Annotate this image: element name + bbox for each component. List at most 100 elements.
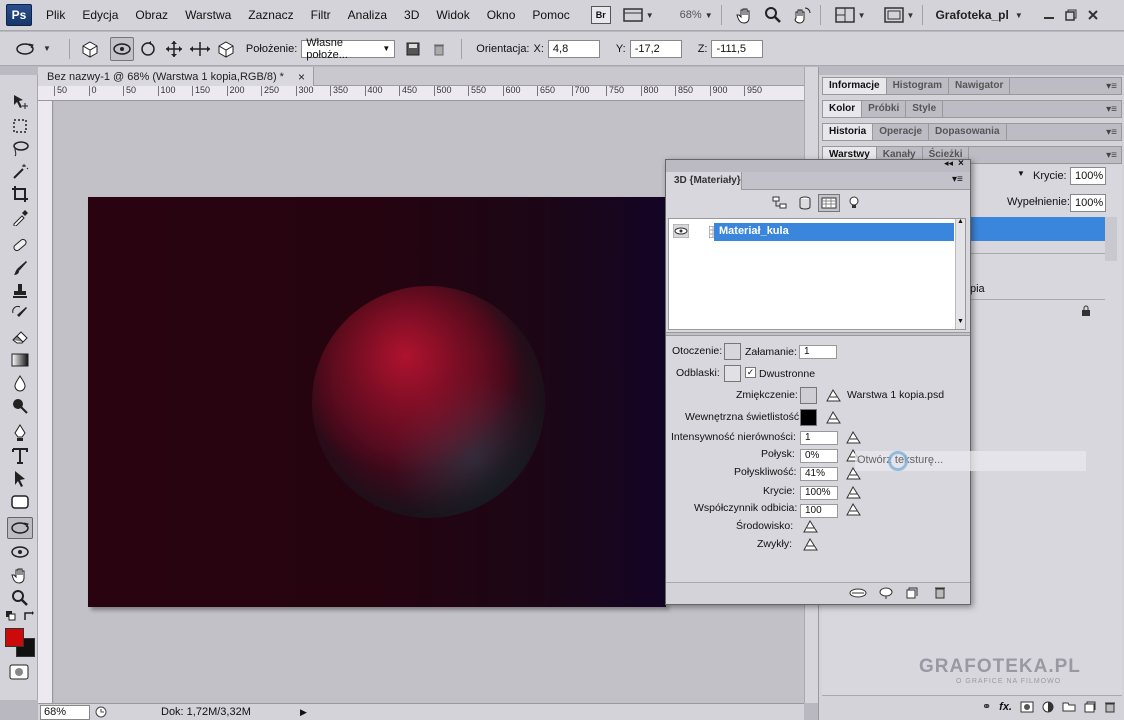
zoom-field[interactable]: 68% [40,704,90,720]
filter-meshes-button[interactable] [798,196,812,210]
polysk-field[interactable]: 0% [800,449,838,463]
arrange-documents-button[interactable]: ▼ [834,5,866,25]
menu-widok[interactable]: Widok [436,8,469,22]
trash-icon[interactable] [1104,701,1116,713]
workspace-switcher[interactable]: Grafoteka_pl ▼ [935,5,1022,25]
zoom-tool-button[interactable] [764,5,782,25]
lasso-tool[interactable] [7,137,33,159]
layers-scrollbar[interactable] [1105,217,1117,261]
render-settings-icon[interactable] [878,586,894,600]
menu-analiza[interactable]: Analiza [348,8,387,22]
tab-nawigator[interactable]: Nawigator [949,78,1011,94]
bridge-button[interactable]: Br [590,5,611,25]
swap-colors-button[interactable] [23,611,34,622]
dodge-tool[interactable] [7,395,33,417]
scroll-up-icon[interactable]: ▲ [957,218,964,225]
brush-tool[interactable] [7,257,33,279]
mask-icon[interactable] [1020,701,1034,713]
delete-view-button[interactable] [427,37,451,61]
tab-3d-materials[interactable]: 3D {Materiały} [666,172,742,190]
shape-tool[interactable] [7,491,33,513]
pen-tool[interactable] [7,422,33,444]
rotate-3d-button[interactable] [109,36,134,61]
filter-lights-button[interactable] [848,196,860,210]
eyedropper-tool[interactable] [7,206,33,228]
quick-mask-button[interactable] [9,664,29,680]
return-to-initial-position-button[interactable] [78,37,102,61]
tab-informacje[interactable]: Informacje [823,78,887,94]
slide-3d-button[interactable] [188,37,212,61]
3d-panel-titlebar[interactable]: ◂◂ × [666,158,970,172]
eraser-tool[interactable] [7,326,33,348]
polyskliwosc-field[interactable]: 41% [800,467,838,481]
menu-pomoc[interactable]: Pomoc [532,8,569,22]
tab-historia[interactable]: Historia [823,124,874,140]
collapse-panel-icon[interactable]: ◂◂ [944,158,953,169]
panel-menu-icon[interactable]: ▾≡ [1106,104,1117,115]
new-light-icon[interactable] [906,587,918,599]
new-layer-icon[interactable] [1084,701,1096,713]
menu-obraz[interactable]: Obraz [135,8,168,22]
zalamanie-field[interactable]: 1 [799,345,837,359]
material-name[interactable]: Materiał_kula [714,223,954,241]
nierownosci-field[interactable]: 1 [800,431,838,445]
dock-header[interactable] [819,67,1124,75]
move-tool[interactable] [7,91,33,113]
material-row[interactable]: Materiał_kula [669,223,954,241]
tab-style[interactable]: Style [906,101,944,117]
minimize-button[interactable] [1043,5,1055,25]
status-menu-arrow-icon[interactable]: ▶ [300,707,307,718]
dwustronne-checkbox[interactable]: ✓ [745,367,756,378]
history-brush-tool[interactable] [7,303,33,325]
menu-edycja[interactable]: Edycja [82,8,118,22]
adjustment-icon[interactable] [1042,701,1054,713]
3d-object-rotate-tool[interactable] [7,517,33,539]
maximize-button[interactable] [1065,5,1077,25]
texture-menu-icon[interactable] [825,388,842,403]
menu-zaznacz[interactable]: Zaznacz [248,8,293,22]
zoom-tool[interactable] [7,587,33,609]
view-extras-button[interactable]: ▼ [623,5,654,25]
scale-3d-button[interactable] [214,37,238,61]
blur-tool[interactable] [7,372,33,394]
orientation-x-field[interactable]: 4,8 [547,39,600,58]
trash-icon[interactable] [934,586,946,599]
hand-tool[interactable] [7,564,33,586]
otoczenie-swatch[interactable] [724,343,741,360]
tab-dopasowania[interactable]: Dopasowania [929,124,1007,140]
fill-field[interactable]: 100% [1070,194,1106,212]
type-tool[interactable] [7,445,33,467]
horizontal-ruler[interactable]: 50 0 50 100 150 200 250 300 350 400 450 500 550 600 65… [38,86,804,101]
hand-tool-button[interactable] [735,5,754,25]
vertical-ruler[interactable] [38,101,53,703]
zmiekczenie-swatch[interactable] [800,387,817,404]
3d-camera-rotate-tool[interactable] [7,541,33,563]
save-view-button[interactable] [401,37,425,61]
filter-scene-button[interactable] [772,196,788,210]
menu-warstwa[interactable]: Warstwa [185,8,231,22]
eye-icon[interactable] [673,224,689,238]
close-icon[interactable]: × [958,158,964,169]
opacity-field[interactable]: 100% [1070,167,1106,185]
tab-operacje[interactable]: Operacje [873,124,930,140]
clone-stamp-tool[interactable] [7,280,33,302]
close-document-button[interactable]: × [298,70,305,84]
menu-plik[interactable]: Plik [46,8,65,22]
tools-panel-header[interactable] [0,67,38,75]
tab-probki[interactable]: Próbki [862,101,907,117]
panel-menu-icon[interactable]: ▾≡ [1106,81,1117,92]
toggle-3d-extras-icon[interactable] [848,587,868,599]
panel-menu-icon[interactable]: ▾≡ [952,174,963,185]
texture-menu-icon[interactable] [845,430,862,445]
texture-menu-icon[interactable] [825,410,842,425]
menu-3d[interactable]: 3D [404,8,419,22]
crop-tool[interactable] [7,183,33,205]
close-app-button[interactable] [1087,5,1099,25]
path-selection-tool[interactable] [7,468,33,490]
swietlistosc-swatch[interactable] [800,409,817,426]
tool-preset-picker[interactable] [14,37,38,61]
fx-icon[interactable]: fx. [999,701,1012,713]
krycie-field[interactable]: 100% [800,486,838,500]
group-folder-icon[interactable] [1062,701,1076,712]
texture-menu-icon[interactable] [845,485,862,500]
